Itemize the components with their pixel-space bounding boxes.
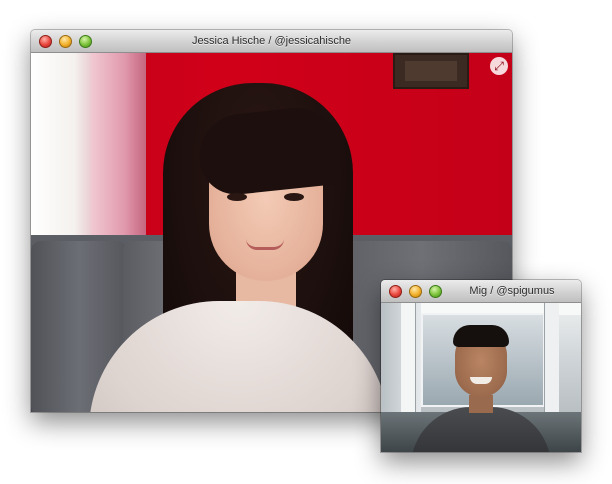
self-video-feed <box>381 303 581 452</box>
person-eye-left <box>227 193 247 201</box>
main-window-titlebar[interactable]: Jessica Hische / @jessicahische <box>31 30 512 53</box>
minimize-button[interactable] <box>409 285 422 298</box>
background-curtain <box>91 53 146 263</box>
zoom-button[interactable] <box>429 285 442 298</box>
self-view-window[interactable]: Mig / @spigumus <box>381 280 581 452</box>
pip-person-neck <box>469 395 493 413</box>
close-button[interactable] <box>389 285 402 298</box>
pip-window-titlebar[interactable]: Mig / @spigumus <box>381 280 581 303</box>
person-eye-right <box>284 193 304 201</box>
pip-window-title: Mig / @spigumus <box>469 285 555 297</box>
main-window-title: Jessica Hische / @jessicahische <box>191 35 352 47</box>
pip-person-hair <box>453 325 509 347</box>
wall-picture-frame <box>393 53 469 89</box>
person-mouth <box>246 239 284 250</box>
pip-person-smile <box>470 377 492 384</box>
expand-icon[interactable]: ⤢ <box>490 57 508 75</box>
